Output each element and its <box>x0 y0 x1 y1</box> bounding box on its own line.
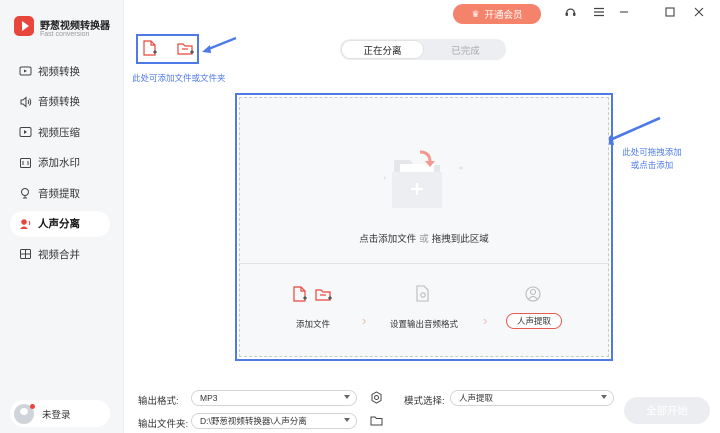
drop-text-click: 点击添加文件 <box>359 234 417 245</box>
watermark-icon <box>19 157 32 169</box>
output-folder-value: D:\野葱视频转换器\人声分离 <box>200 416 307 426</box>
mode-select[interactable]: 人声提取 <box>450 390 614 406</box>
vocal-separate-icon <box>19 218 32 230</box>
avatar <box>14 403 35 424</box>
annotation-right-hint-line2: 或点击添加 <box>630 160 674 170</box>
output-folder-select[interactable]: D:\野葱视频转换器\人声分离 <box>191 413 357 429</box>
video-compress-icon <box>19 126 32 138</box>
annotation-top-hint: 此处可添加文件或文件夹 <box>132 73 226 83</box>
step-add-folder-icon <box>315 289 332 301</box>
annotation-arrow-top <box>202 36 237 53</box>
add-file-icon[interactable] <box>142 40 160 58</box>
app-subtitle: Fast conversion <box>40 31 90 38</box>
close-icon[interactable] <box>692 5 706 19</box>
annotation-right-hint-line1: 此处可拖拽添加 <box>622 147 682 157</box>
sidebar-item-label: 人声分离 <box>38 218 80 230</box>
drop-text-drag: 拖拽到此区域 <box>431 234 489 245</box>
sidebar-item-label: 音频转换 <box>38 96 80 108</box>
app-name: 野葱视频转换器 <box>40 21 110 32</box>
step-add-file-label: 添加文件 <box>296 319 331 329</box>
status-tabs: 正在分离 已完成 <box>340 39 506 60</box>
folder-icon[interactable] <box>370 414 383 427</box>
vip-button[interactable]: ♛ 开通会员 <box>453 4 541 24</box>
mode-label: 模式选择: <box>404 396 445 407</box>
crown-icon: ♛ <box>471 8 480 19</box>
output-folder-label: 输出文件夹: <box>138 419 189 430</box>
sidebar-item-label: 视频压缩 <box>38 126 80 139</box>
chevron-right-icon: › <box>483 313 488 328</box>
sidebar-item-label: 视频转换 <box>38 65 80 78</box>
audio-convert-icon <box>19 95 32 108</box>
drop-text-or: 或 <box>419 234 429 245</box>
output-format-value: MP3 <box>200 393 218 403</box>
video-convert-icon <box>19 65 32 77</box>
drop-zone-divider <box>240 263 608 264</box>
app-logo <box>14 16 34 36</box>
sidebar-item-audio-extract[interactable]: 音频提取 <box>10 180 110 206</box>
vip-label: 开通会员 <box>484 10 523 21</box>
step-vocal-icon <box>525 286 541 302</box>
menu-icon[interactable] <box>592 5 606 19</box>
start-all-button[interactable]: 全部开始 <box>624 397 710 424</box>
sidebar-item-video-compress[interactable]: 视频压缩 <box>10 119 110 145</box>
maximize-icon[interactable] <box>663 5 677 19</box>
mode-value: 人声提取 <box>459 393 494 403</box>
audio-extract-icon <box>19 187 32 199</box>
user-login-button[interactable]: 未登录 <box>10 400 110 427</box>
sidebar-item-label: 视频合并 <box>38 248 80 261</box>
minimize-icon[interactable] <box>617 5 631 19</box>
chevron-down-icon <box>344 395 350 399</box>
output-format-label: 输出格式: <box>138 396 179 407</box>
add-folder-icon[interactable] <box>177 40 195 58</box>
sidebar: 野葱视频转换器 Fast conversion 视频转换 音频转换 视频压缩 添… <box>0 0 124 433</box>
step-vocal-extract-label: 人声提取 <box>506 313 562 329</box>
user-status-label: 未登录 <box>42 409 71 421</box>
format-settings-icon[interactable] <box>370 391 383 404</box>
chevron-down-icon <box>601 395 607 399</box>
folder-add-icon[interactable] <box>384 150 464 212</box>
sidebar-item-video-merge[interactable]: 视频合并 <box>10 241 110 267</box>
step-settings-icon <box>416 285 429 302</box>
output-format-select[interactable]: MP3 <box>191 390 357 406</box>
sidebar-nav: 视频转换 音频转换 视频压缩 添加水印 音频提取 人声分离 视频合并 <box>10 58 110 272</box>
support-icon[interactable] <box>563 5 577 19</box>
annotation-right-hint: 此处可拖拽添加 或点击添加 <box>610 146 694 172</box>
drop-zone-text: 点击添加文件或拖拽到此区域 <box>240 231 608 245</box>
sidebar-item-watermark[interactable]: 添加水印 <box>10 150 110 176</box>
step-format-label: 设置输出音频格式 <box>390 319 459 329</box>
tab-completed[interactable]: 已完成 <box>425 39 506 60</box>
step-add-file-icon <box>293 286 307 302</box>
chevron-right-icon: › <box>362 313 367 328</box>
tab-processing[interactable]: 正在分离 <box>341 40 424 59</box>
video-merge-icon <box>19 248 32 260</box>
chevron-down-icon <box>344 418 350 422</box>
sidebar-item-label: 音频提取 <box>38 187 80 200</box>
sidebar-item-label: 添加水印 <box>38 157 80 169</box>
sidebar-item-vocal-separate[interactable]: 人声分离 <box>10 210 110 237</box>
sidebar-item-audio-convert[interactable]: 音频转换 <box>10 89 110 115</box>
sidebar-item-video-convert[interactable]: 视频转换 <box>10 58 110 84</box>
